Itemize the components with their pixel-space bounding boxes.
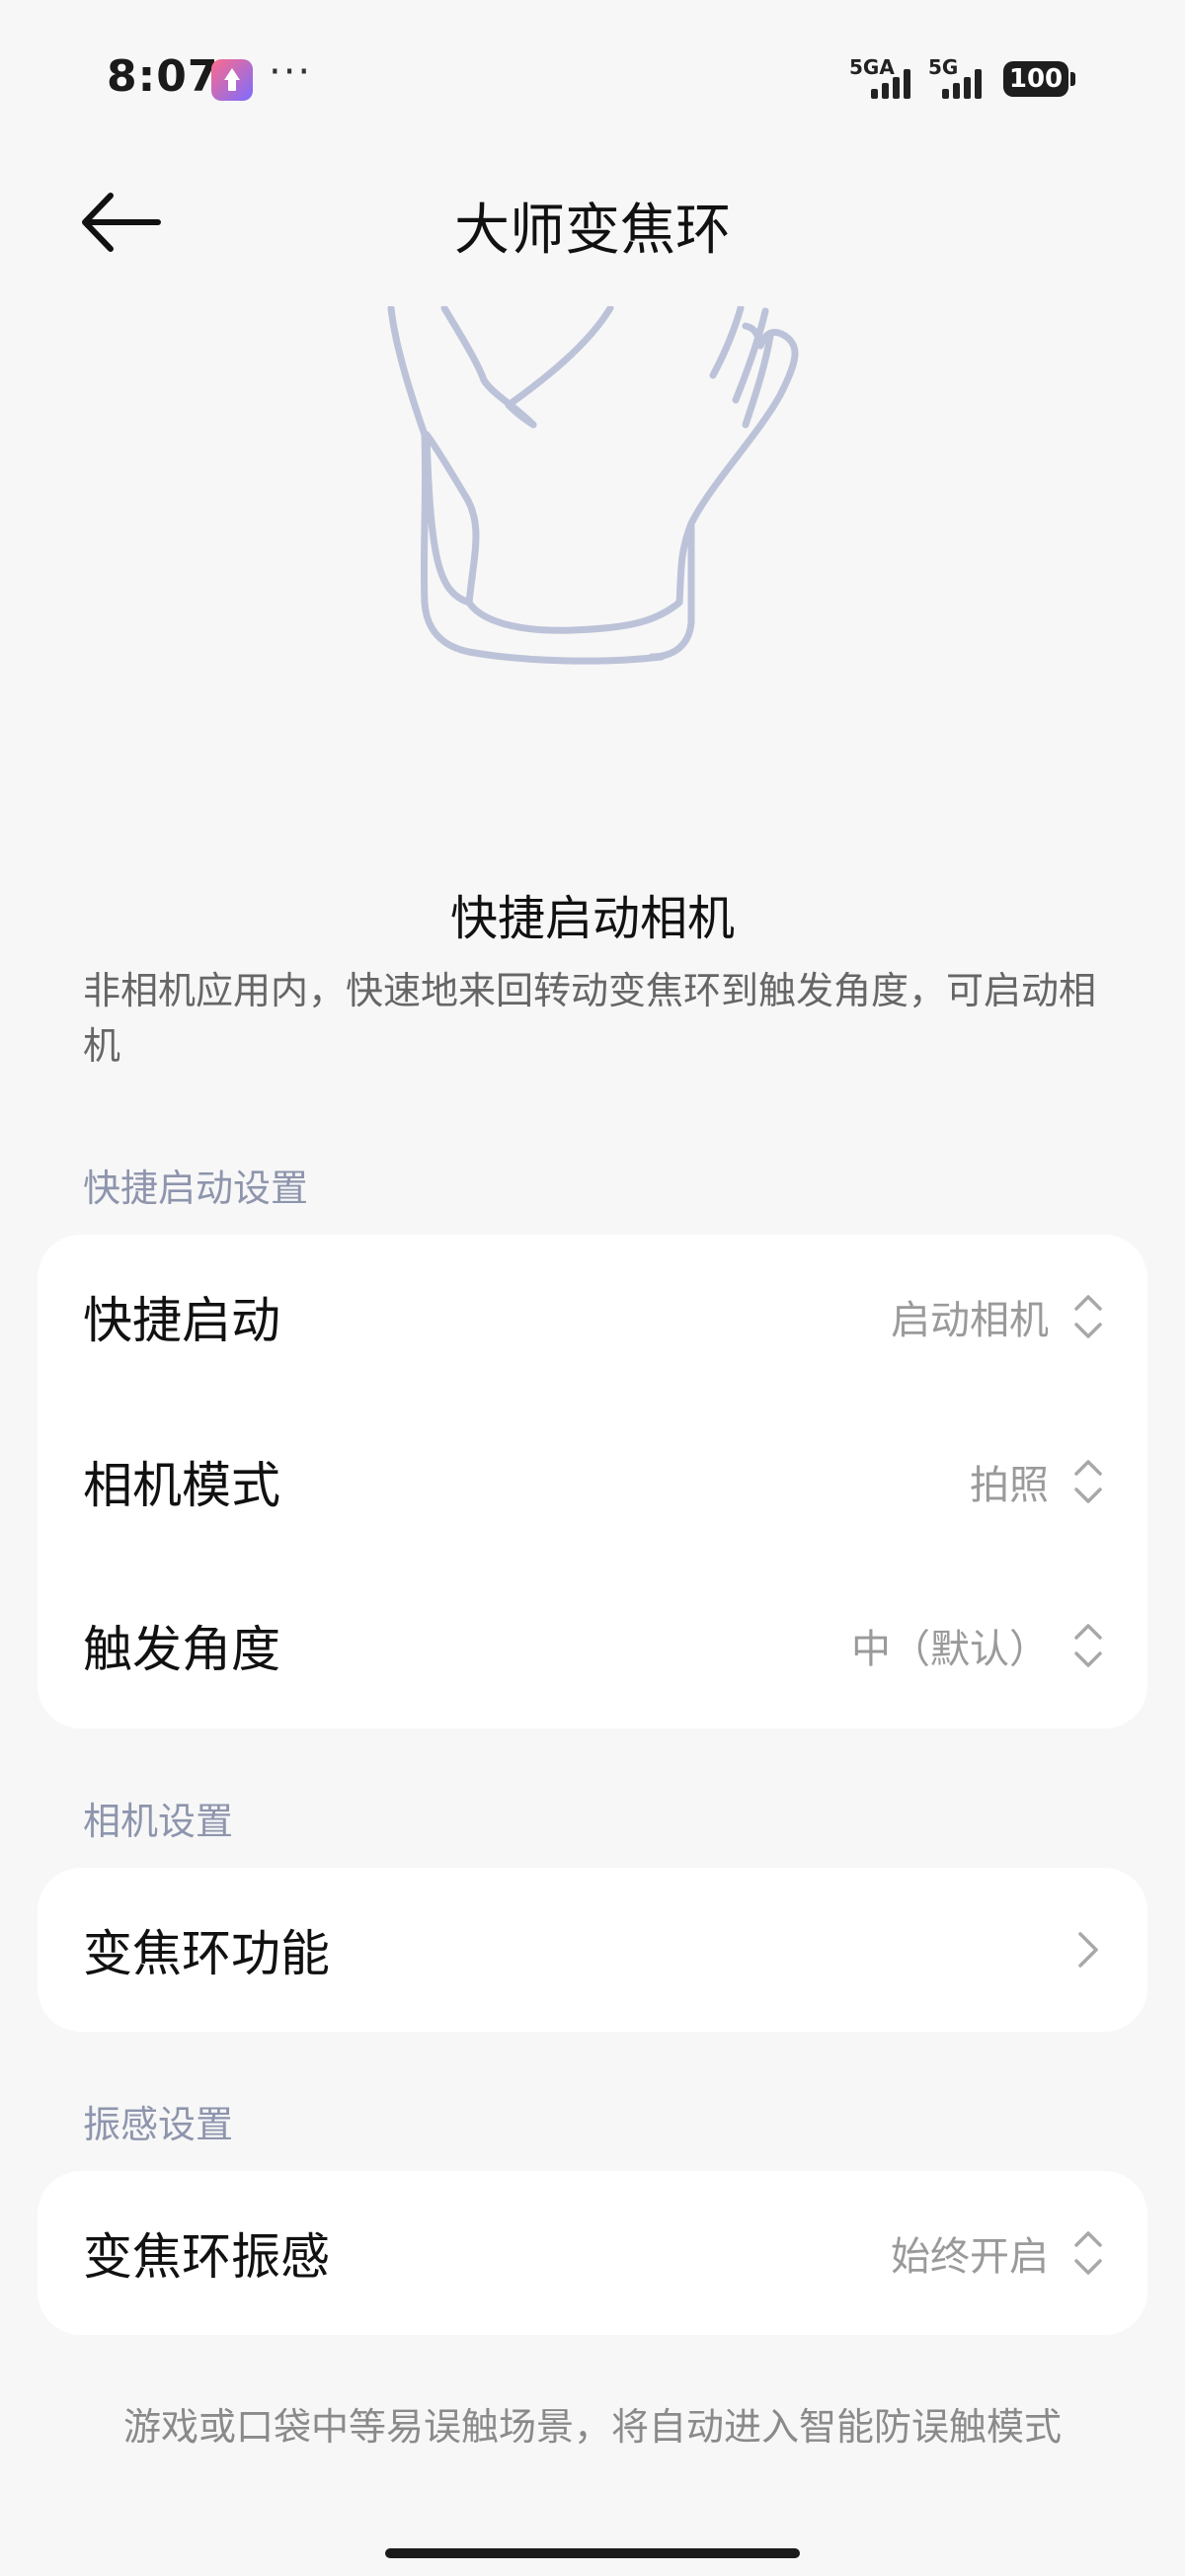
camera-mode-row[interactable]: 相机模式 拍照 (38, 1400, 1147, 1564)
section-header-camera-settings: 相机设置 (83, 1800, 234, 1843)
hand-holding-ring-icon (387, 306, 799, 665)
camera-settings-card: 变焦环功能 (38, 1868, 1147, 2032)
row-value: 始终开启 (891, 2234, 1049, 2280)
chevron-up-down-icon (1074, 1460, 1102, 1503)
status-bar: 8:07 ··· 5GA 5G 100 (0, 0, 1185, 158)
row-value: 中（默认） (851, 1627, 1049, 1672)
section-header-vibration: 振感设置 (83, 2103, 234, 2146)
chevron-up-down-icon (1074, 1295, 1102, 1338)
row-label: 触发角度 (83, 1621, 280, 1678)
feature-title: 快捷启动相机 (449, 891, 735, 946)
row-label: 相机模式 (83, 1457, 280, 1514)
section-header-quick-launch: 快捷启动设置 (83, 1167, 309, 1210)
row-label: 变焦环振感 (83, 2228, 330, 2286)
vibration-settings-card: 变焦环振感 始终开启 (38, 2171, 1147, 2335)
chevron-up-down-icon (1074, 2231, 1102, 2275)
chevron-up-down-icon (1074, 1624, 1102, 1667)
chevron-right-icon (1078, 1932, 1098, 1968)
upload-arrow-icon (211, 59, 253, 101)
page-title: 大师变焦环 (454, 199, 731, 263)
anti-mistouch-footnote: 游戏或口袋中等易误触场景，将自动进入智能防误触模式 (122, 2405, 1062, 2449)
more-notifications-indicator: ··· (269, 49, 313, 95)
row-label: 快捷启动 (83, 1292, 280, 1349)
row-value: 启动相机 (891, 1298, 1049, 1343)
quick-launch-row[interactable]: 快捷启动 启动相机 (38, 1235, 1147, 1399)
row-value: 拍照 (970, 1463, 1049, 1508)
row-label: 变焦环功能 (83, 1925, 330, 1982)
feature-description: 非相机应用内，快速地来回转动变焦环到触发角度，可启动相机 (83, 969, 1097, 1068)
battery-icon: 100 (1003, 61, 1075, 97)
trigger-angle-row[interactable]: 触发角度 中（默认） (38, 1564, 1147, 1728)
zoom-ring-function-row[interactable]: 变焦环功能 (38, 1868, 1147, 2032)
status-time: 8:07 (107, 51, 219, 102)
zoom-ring-vibration-row[interactable]: 变焦环振感 始终开启 (38, 2171, 1147, 2335)
quick-launch-settings-card: 快捷启动 启动相机 相机模式 拍照 触发角度 中（默认） (38, 1235, 1147, 1729)
home-indicator[interactable] (385, 2548, 800, 2558)
